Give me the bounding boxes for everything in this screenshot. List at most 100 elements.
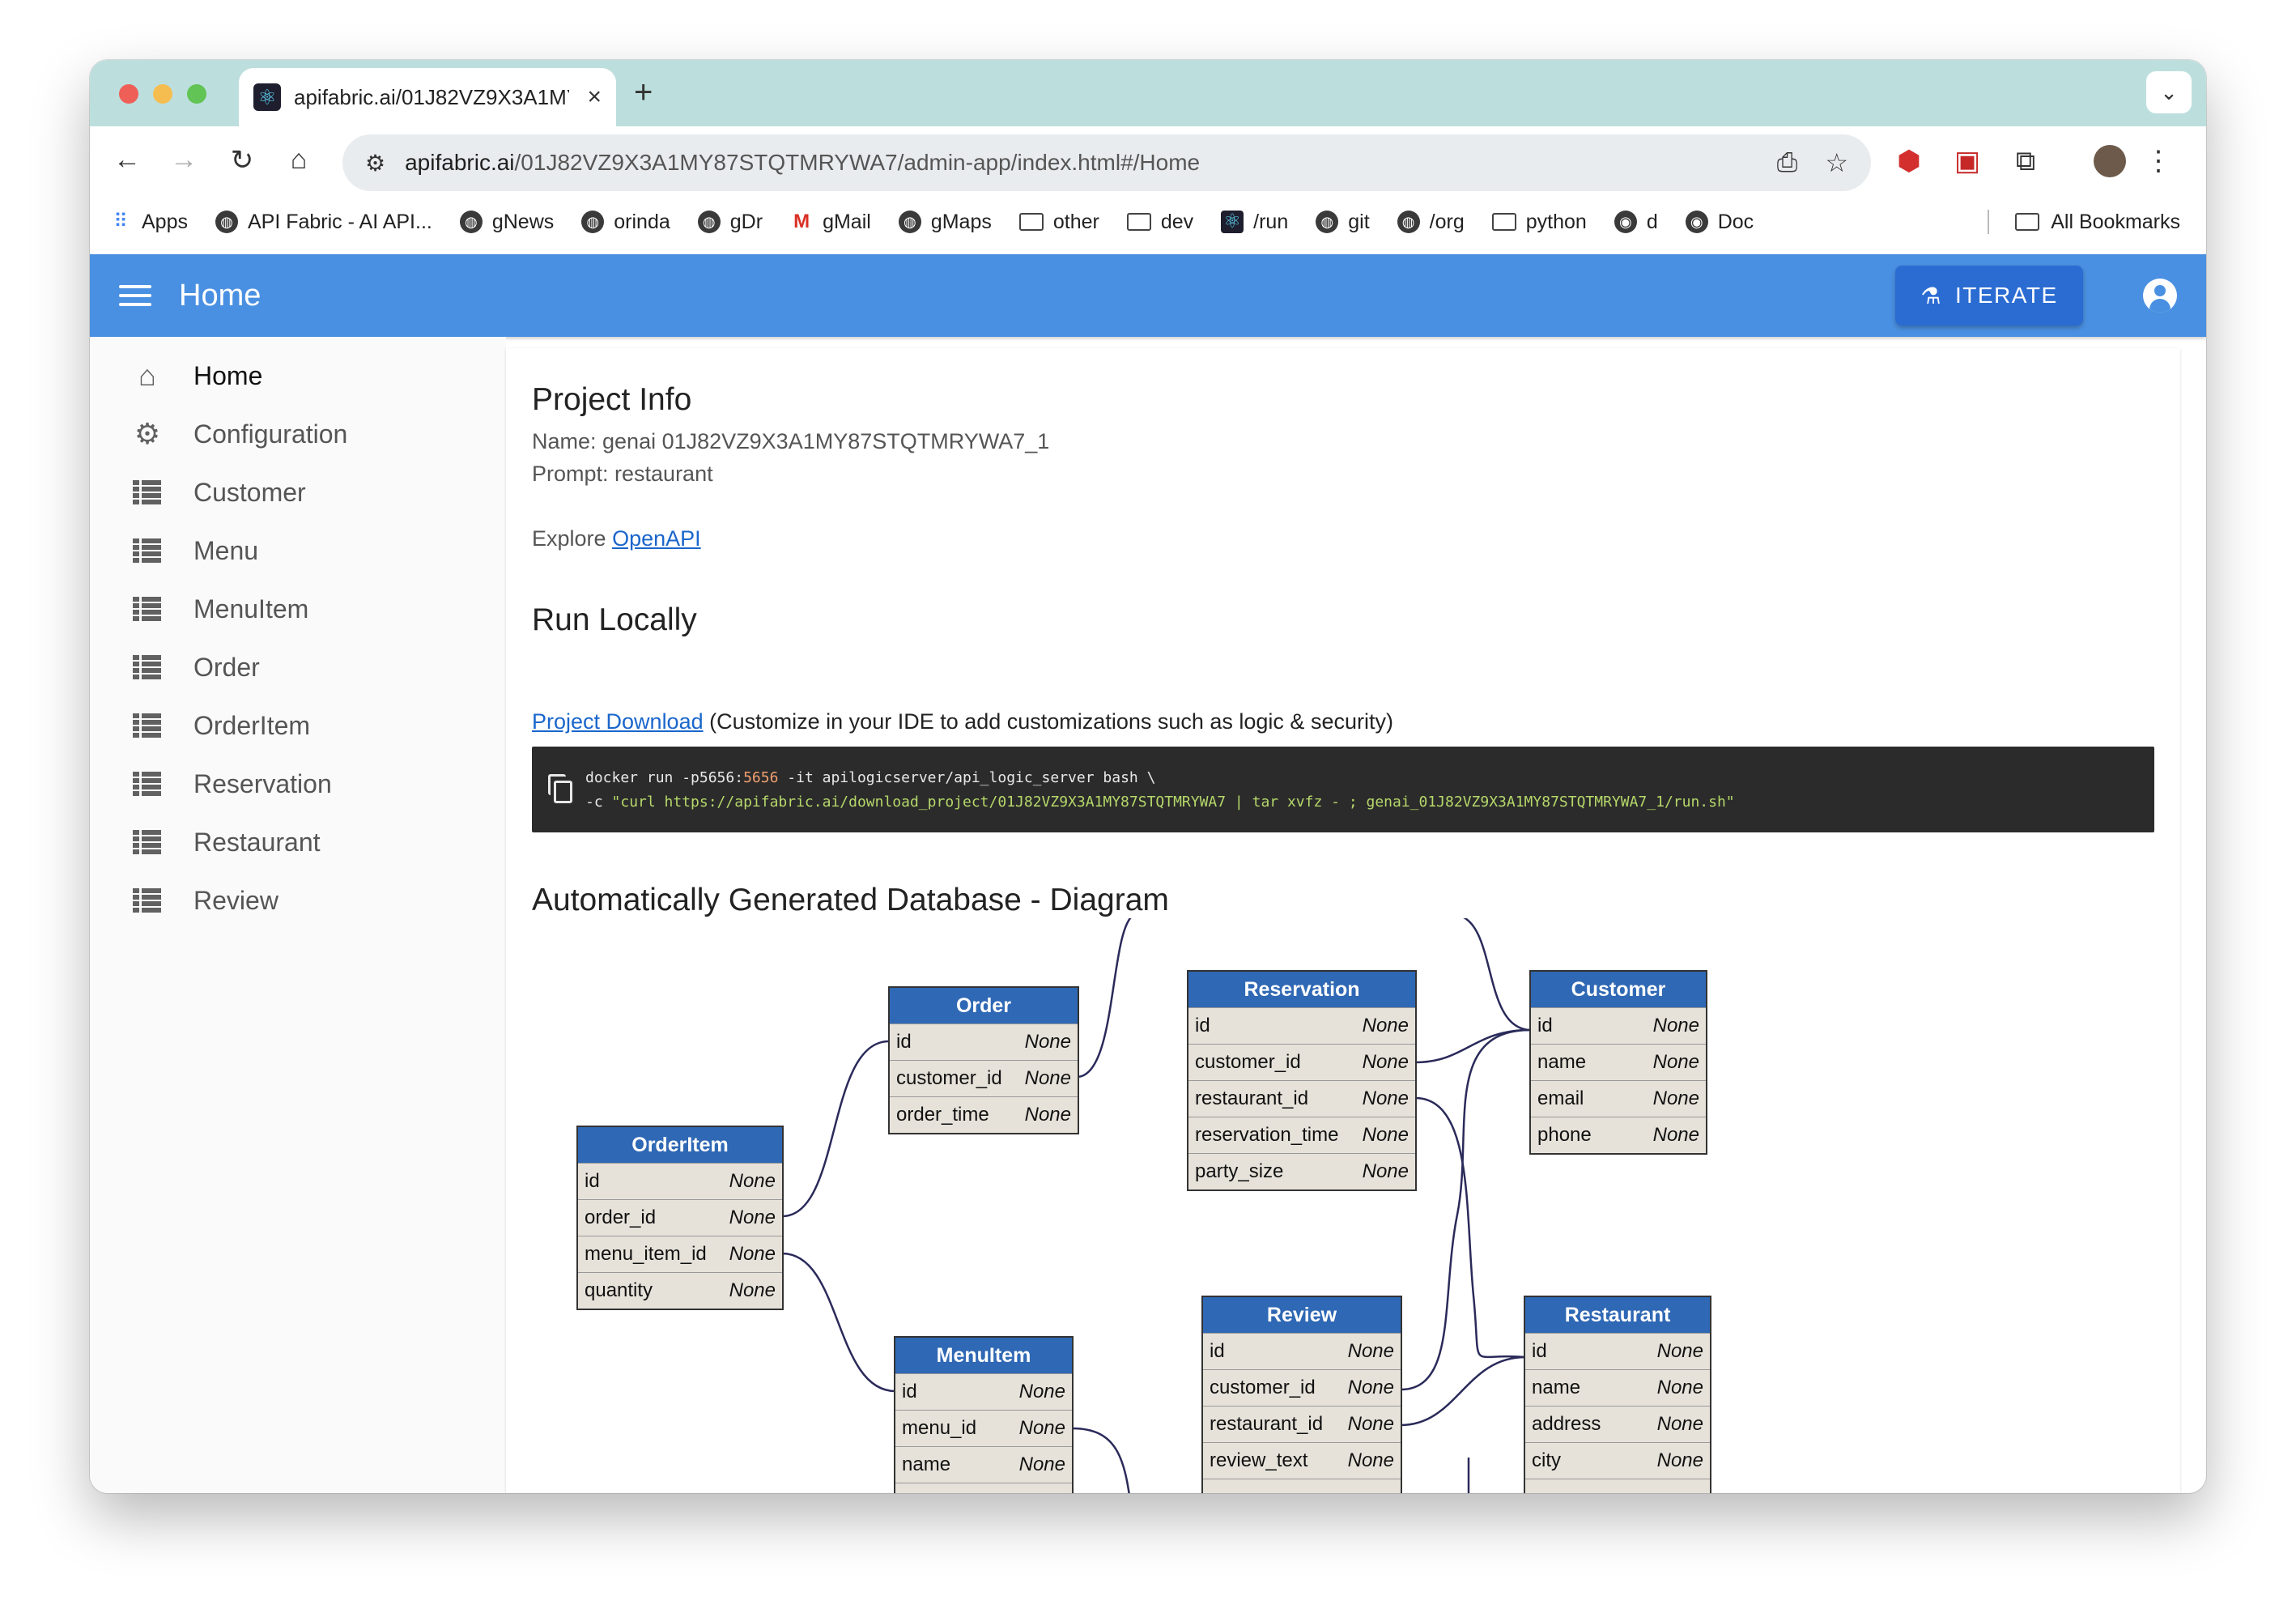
code-line-1: docker run -p5656:5656 -it apilogicserve… <box>585 769 1156 786</box>
relation-review-customer <box>1400 1028 1531 1391</box>
bookmark-python[interactable]: python <box>1491 211 1587 234</box>
extensions-puzzle-icon[interactable]: ⧉ <box>2005 141 2046 181</box>
maximize-window-button[interactable] <box>187 84 206 104</box>
tab-active[interactable]: ⚛ apifabric.ai/01J82VZ9X3A1MY87STQTMRYWA… <box>239 68 616 126</box>
sidebar-item-menuitem[interactable]: MenuItem <box>130 585 308 633</box>
sidebar-item-reservation[interactable]: Reservation <box>130 760 332 808</box>
reload-icon[interactable]: ↻ <box>224 144 260 177</box>
sidebar-item-order[interactable]: Order <box>130 643 260 692</box>
entity-row: address None <box>1525 1406 1710 1442</box>
entity-row: id None <box>1531 1007 1706 1044</box>
profile-avatar[interactable] <box>2090 141 2130 181</box>
list-icon <box>130 830 164 854</box>
lastpass-extension-icon[interactable]: ▣ <box>1947 141 1988 181</box>
entity-order[interactable]: Order id None customer_id None order_time N… <box>888 986 1079 1134</box>
project-name: Name: genai 01J82VZ9X3A1MY87STQTMRYWA7_1 <box>532 429 1050 453</box>
minimize-window-button[interactable] <box>153 84 172 104</box>
sidebar-item-review[interactable]: Review <box>130 876 278 925</box>
entity-title: Customer <box>1531 972 1706 1007</box>
entity-restaurant[interactable]: Restaurant id None name None address None c… <box>1524 1296 1711 1493</box>
relation-orderitem-menuitem <box>781 1252 896 1393</box>
bookmark-gdr[interactable]: ◍ gDr <box>697 211 763 234</box>
openapi-link[interactable]: OpenAPI <box>612 526 701 551</box>
bookmark-star-icon[interactable]: ☆ <box>1825 147 1848 178</box>
bookmark-gnews[interactable]: ◍ gNews <box>459 211 554 234</box>
sidebar-item-home[interactable]: ⌂ Home <box>130 351 262 400</box>
sidebar-item-customer[interactable]: Customer <box>130 468 306 517</box>
site-info-icon[interactable]: ⚙ <box>365 150 385 177</box>
sidebar-item-configuration[interactable]: ⚙ Configuration <box>130 410 347 458</box>
home-icon[interactable]: ⌂ <box>281 144 317 176</box>
entity-menuitem[interactable]: MenuItem id None menu_id None name None <box>894 1336 1074 1493</box>
globe-icon: ◍ <box>1316 211 1339 233</box>
folder-icon <box>1126 213 1151 231</box>
globe-icon: ◍ <box>1397 211 1420 233</box>
iterate-button[interactable]: ⚗ ITERATE <box>1895 266 2083 326</box>
flask-icon: ⚗ <box>1920 283 1942 309</box>
list-icon <box>130 772 164 796</box>
bookmark-orinda[interactable]: ◍ orinda <box>581 211 670 234</box>
address-bar[interactable]: ⚙ apifabric.ai/01J82VZ9X3A1MY87STQTMRYWA… <box>342 134 1871 191</box>
list-icon <box>130 655 164 679</box>
bookmarks-bar: ⠿ Apps ◍ API Fabric - AI API... ◍ gNews ◍ or… <box>90 198 2206 246</box>
bookmark-org[interactable]: ◍/org <box>1397 211 1465 234</box>
entity-row: name None <box>895 1446 1072 1483</box>
entity-review[interactable]: Review id None customer_id None restaurant… <box>1201 1296 1402 1493</box>
new-tab-button[interactable]: + <box>634 74 653 111</box>
bookmark-gmaps[interactable]: ◍ gMaps <box>898 211 992 234</box>
entity-row: name None <box>1531 1044 1706 1080</box>
sidebar: ⌂ Home ⚙ Configuration Customer Menu MenuI… <box>90 337 506 1493</box>
globe-icon: ◍ <box>697 211 721 233</box>
forward-arrow-icon[interactable]: → <box>166 144 202 176</box>
project-download-link[interactable]: Project Download <box>532 709 704 734</box>
bookmark-doc[interactable]: ◉ Doc <box>1685 211 1754 234</box>
bookmark-d[interactable]: ◉ d <box>1614 211 1658 234</box>
bookmark-api-fabric[interactable]: ◍ API Fabric - AI API... <box>215 211 432 234</box>
back-arrow-icon[interactable]: ← <box>109 144 145 176</box>
install-app-icon[interactable]: ⎙ <box>1777 147 1798 178</box>
all-bookmarks-label: All Bookmarks <box>2051 210 2180 233</box>
entity-row: customer_id None <box>1188 1044 1415 1080</box>
ublock-extension-icon[interactable]: ⬢ <box>1889 141 1929 181</box>
browser-menu-icon[interactable]: ⋮ <box>2138 141 2179 181</box>
bookmark-apps[interactable]: ⠿ Apps <box>109 211 188 234</box>
chevron-down-icon[interactable]: ⌄ <box>2146 71 2192 113</box>
entity-orderitem[interactable]: OrderItem id None order_id None menu_item_… <box>576 1126 784 1310</box>
globe-icon: ◍ <box>898 211 921 233</box>
bookmark-gmail[interactable]: MgMail <box>790 211 871 234</box>
entity-customer[interactable]: Customer id None name None email None phone… <box>1529 970 1707 1155</box>
account-circle-icon[interactable] <box>2143 279 2177 313</box>
relation-orderitem-order <box>781 1040 890 1218</box>
sidebar-item-orderitem[interactable]: OrderItem <box>130 701 310 750</box>
divider <box>1988 210 1990 234</box>
globe-icon: ◍ <box>581 211 605 233</box>
bookmark-other[interactable]: other <box>1018 211 1099 234</box>
close-icon[interactable]: × <box>587 83 602 111</box>
explore-line: Explore OpenAPI <box>532 526 701 551</box>
bookmark-run[interactable]: ⚛/run <box>1221 211 1288 234</box>
sidebar-item-restaurant[interactable]: Restaurant <box>130 818 321 866</box>
entity-reservation[interactable]: Reservation id None customer_id None resta… <box>1187 970 1417 1191</box>
entity-row: order_id None <box>578 1199 782 1236</box>
globe-icon: ◍ <box>459 211 483 233</box>
url-text[interactable]: apifabric.ai/01J82VZ9X3A1MY87STQTMRYWA7/… <box>405 150 1200 176</box>
sidebar-item-menu[interactable]: Menu <box>130 526 258 575</box>
entity-row: id None <box>1203 1333 1401 1369</box>
menu-hamburger-icon[interactable] <box>119 279 151 312</box>
page-title: Home <box>179 278 261 313</box>
entity-row: phone None <box>1531 1117 1706 1153</box>
entity-row: order_time None <box>890 1096 1078 1133</box>
entity-row: email None <box>1531 1080 1706 1117</box>
iterate-label: ITERATE <box>1954 283 2058 308</box>
all-bookmarks[interactable]: All Bookmarks <box>1988 198 2180 246</box>
code-block: docker run -p5656:5656 -it apilogicserve… <box>532 747 2154 832</box>
database-diagram: Order id None customer_id None order_time N… <box>506 918 2180 1493</box>
bookmark-git[interactable]: ◍ git <box>1316 211 1370 234</box>
copy-icon[interactable] <box>548 774 572 803</box>
entity-title: Review <box>1203 1297 1401 1333</box>
list-icon <box>130 597 164 621</box>
tab-strip: ⚛ apifabric.ai/01J82VZ9X3A1MY87STQTMRYWA… <box>90 60 2206 126</box>
bookmark-dev[interactable]: dev <box>1126 211 1193 234</box>
close-window-button[interactable] <box>119 84 138 104</box>
notion-icon: ◉ <box>1614 211 1637 233</box>
